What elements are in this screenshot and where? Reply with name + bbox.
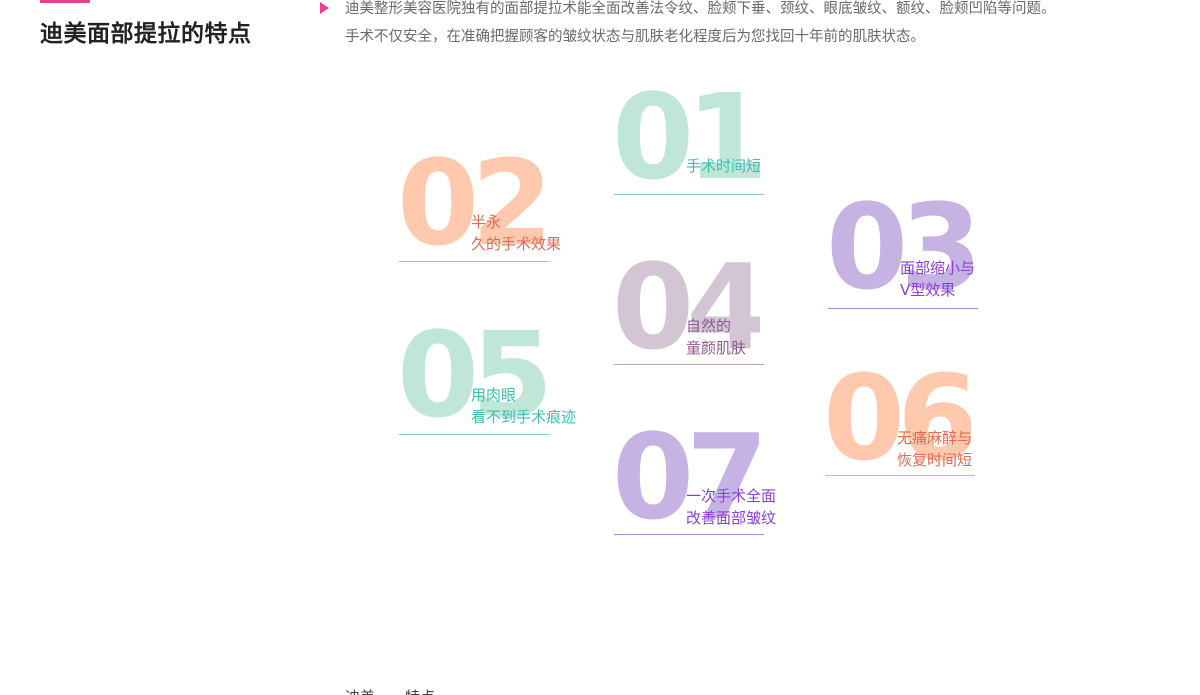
intro-text: 迪美整形美容医院独有的面部提拉术能全面改善法令纹、脸颊下垂、颈纹、眼底皱纹、额纹… — [345, 0, 1056, 51]
feature-label: 面部缩小与 V型效果 — [900, 257, 975, 301]
feature-label-line-1: 无痛麻醉与 — [897, 429, 973, 447]
feature-label-line-2: 童颜肌肤 — [686, 339, 747, 357]
section-title: 迪美面部提拉的特点 — [40, 21, 252, 47]
feature-label: 自然的 童颜肌肤 — [686, 315, 746, 359]
play-arrow-icon — [320, 2, 329, 14]
feature-underline — [614, 534, 764, 535]
feature-label: 一次手术全面 改善面部皱纹 — [686, 485, 776, 529]
feature-label: 用肉眼 看不到手术痕迹 — [471, 384, 576, 428]
feature-label: 手术时间短 — [686, 155, 761, 177]
feature-item-03: 03 面部缩小与 V型效果 — [826, 192, 1026, 312]
feature-label-line-2: 看不到手术痕迹 — [471, 408, 577, 426]
feature-underline — [828, 308, 978, 309]
feature-item-05: 05 用肉眼 看不到手术痕迹 — [397, 320, 597, 440]
feature-label-line-2: 久的手术效果 — [471, 235, 562, 253]
feature-label-line-1: 面部缩小与 — [900, 259, 976, 277]
feature-item-04: 04 自然的 童颜肌肤 — [612, 252, 812, 372]
intro-line-1: 迪美整形美容医院独有的面部提拉术能全面改善法令纹、脸颊下垂、颈纹、眼底皱纹、额纹… — [345, 1, 1056, 17]
feature-label-line-2: 恢复时间短 — [897, 451, 973, 469]
feature-label: 无痛麻醉与 恢复时间短 — [897, 427, 972, 471]
feature-underline — [614, 194, 764, 195]
section-title-accent-bar — [40, 0, 90, 3]
feature-label-line-1: 自然的 — [686, 317, 732, 335]
feature-underline — [399, 261, 549, 262]
feature-item-02: 02 半永 久的手术效果 — [397, 148, 597, 268]
feature-item-07: 07 一次手术全面 改善面部皱纹 — [612, 422, 812, 542]
feature-label-line-1: 用肉眼 — [471, 386, 517, 404]
feature-item-06: 06 无痛麻醉与 恢复时间短 — [823, 363, 1023, 483]
feature-label-line-1: 一次手术全面 — [686, 487, 777, 505]
feature-label-line-1: 半永 — [471, 213, 502, 231]
next-section-title-partial: 迪美……特点 — [345, 686, 435, 695]
feature-label-line-2: V型效果 — [900, 281, 956, 299]
feature-label-line-1: 手术时间短 — [686, 157, 762, 175]
feature-underline — [614, 364, 764, 365]
feature-label: 半永 久的手术效果 — [471, 211, 561, 255]
feature-item-01: 01 手术时间短 — [612, 82, 812, 202]
intro-line-2: 手术不仅安全，在准确把握顾客的皱纹状态与肌肤老化程度后为您找回十年前的肌肤状态。 — [345, 29, 925, 45]
feature-underline — [825, 475, 975, 476]
feature-underline — [399, 434, 549, 435]
feature-label-line-2: 改善面部皱纹 — [686, 509, 777, 527]
